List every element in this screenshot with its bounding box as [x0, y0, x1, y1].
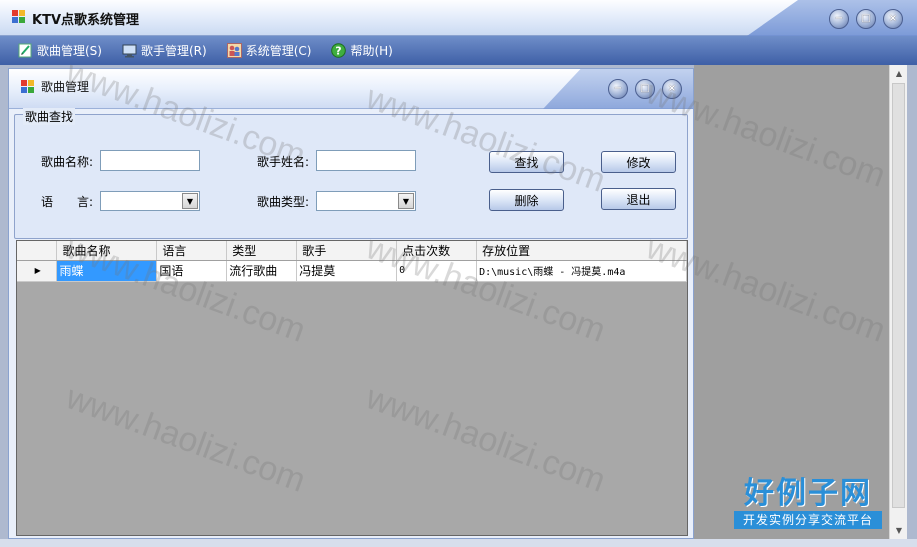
cell-song-name[interactable]: 雨蝶	[56, 260, 158, 282]
chevron-down-icon[interactable]: ▼	[182, 193, 198, 209]
current-row-icon[interactable]: ▶	[17, 260, 58, 282]
window-title: KTV点歌系统管理	[32, 13, 140, 28]
maximize-button[interactable]: □	[856, 9, 876, 29]
vertical-scrollbar[interactable]: ▲ ▼	[889, 65, 907, 539]
child-maximize-button[interactable]: □	[635, 79, 655, 99]
close-button[interactable]: ×	[883, 9, 903, 29]
app-icon	[12, 10, 26, 24]
close-icon: ×	[667, 83, 677, 94]
mdi-empty-area	[694, 65, 889, 539]
menu-help[interactable]: ? 帮助(H)	[329, 40, 394, 61]
exit-button[interactable]: 退出	[601, 188, 676, 210]
help-icon: ?	[331, 43, 347, 58]
scroll-up-icon[interactable]: ▲	[890, 65, 908, 82]
language-label-part1: 语	[41, 195, 54, 209]
singer-name-label: 歌手姓名:	[257, 155, 310, 169]
music-edit-icon	[18, 43, 33, 58]
scroll-thumb[interactable]	[892, 83, 905, 508]
scroll-down-icon[interactable]: ▼	[890, 522, 908, 539]
language-label-part2: 言:	[77, 195, 94, 209]
column-header-play-count[interactable]: 点击次数	[396, 241, 478, 261]
group-title: 歌曲查找	[23, 108, 76, 125]
cell-singer[interactable]: 冯提莫	[296, 260, 398, 282]
main-titlebar: KTV点歌系统管理 − □ ×	[0, 0, 917, 36]
menu-help-label: 帮助(H)	[350, 44, 393, 58]
bottom-strip	[0, 539, 917, 547]
edit-button[interactable]: 修改	[601, 151, 676, 173]
songs-grid[interactable]: 歌曲名称 语言 类型 歌手 点击次数 存放位置 ▶ 雨蝶 国语 流行歌曲 冯提莫…	[16, 240, 688, 536]
minimize-icon: −	[834, 13, 844, 24]
system-users-icon	[226, 43, 242, 58]
maximize-icon: □	[861, 13, 871, 24]
cell-path[interactable]: D:\music\雨蝶 - 冯提莫.m4a	[476, 260, 687, 282]
maximize-icon: □	[640, 83, 650, 94]
song-type-label: 歌曲类型:	[257, 195, 310, 209]
column-header-language[interactable]: 语言	[156, 241, 228, 261]
column-header-path[interactable]: 存放位置	[476, 241, 687, 261]
svg-text:?: ?	[336, 45, 342, 58]
column-header-song-name[interactable]: 歌曲名称	[56, 241, 158, 261]
cell-language[interactable]: 国语	[156, 260, 228, 282]
child-titlebar: 歌曲管理 − □ ×	[9, 69, 693, 109]
table-row[interactable]: ▶ 雨蝶 国语 流行歌曲 冯提莫 0 D:\music\雨蝶 - 冯提莫.m4a	[17, 260, 687, 282]
menu-system-management-label: 系统管理(C)	[245, 44, 312, 58]
column-header-type[interactable]: 类型	[226, 241, 298, 261]
chevron-down-icon[interactable]: ▼	[398, 193, 414, 209]
minimize-button[interactable]: −	[829, 9, 849, 29]
child-app-icon	[21, 80, 35, 94]
table-header-row: 歌曲名称 语言 类型 歌手 点击次数 存放位置	[17, 241, 687, 261]
song-name-input[interactable]	[100, 150, 200, 171]
child-minimize-button[interactable]: −	[608, 79, 628, 99]
song-type-select[interactable]: ▼	[316, 191, 416, 211]
search-button[interactable]: 查找	[489, 151, 564, 173]
minimize-icon: −	[613, 83, 623, 94]
child-window-title: 歌曲管理	[41, 80, 90, 94]
column-header-singer[interactable]: 歌手	[296, 241, 398, 261]
child-close-button[interactable]: ×	[662, 79, 682, 99]
row-header-corner	[17, 241, 58, 261]
song-search-group: 歌曲查找 歌曲名称: 歌手姓名: 语 言: ▼ 歌曲类型: ▼ 查找 修改 删除…	[14, 108, 688, 239]
menubar: 歌曲管理(S) 歌手管理(R) 系统管理(C) ? 帮助(H)	[0, 36, 917, 65]
cell-play-count[interactable]: 0	[396, 260, 478, 282]
singer-name-input[interactable]	[316, 150, 416, 171]
menu-singer-management-label: 歌手管理(R)	[140, 44, 207, 58]
language-select[interactable]: ▼	[100, 191, 200, 211]
singer-monitor-icon	[122, 43, 137, 58]
delete-button[interactable]: 删除	[489, 189, 564, 211]
song-management-window: 歌曲管理 − □ × 歌曲查找 歌曲名称: 歌手姓名: 语 言: ▼ 歌曲类型:…	[8, 68, 694, 539]
menu-song-management-label: 歌曲管理(S)	[37, 44, 102, 58]
menu-singer-management[interactable]: 歌手管理(R)	[120, 40, 209, 61]
cell-type[interactable]: 流行歌曲	[226, 260, 298, 282]
songs-table: 歌曲名称 语言 类型 歌手 点击次数 存放位置 ▶ 雨蝶 国语 流行歌曲 冯提莫…	[17, 241, 687, 282]
song-name-label: 歌曲名称:	[41, 155, 94, 169]
close-icon: ×	[888, 13, 898, 24]
menu-song-management[interactable]: 歌曲管理(S)	[16, 40, 104, 61]
menu-system-management[interactable]: 系统管理(C)	[225, 40, 314, 61]
